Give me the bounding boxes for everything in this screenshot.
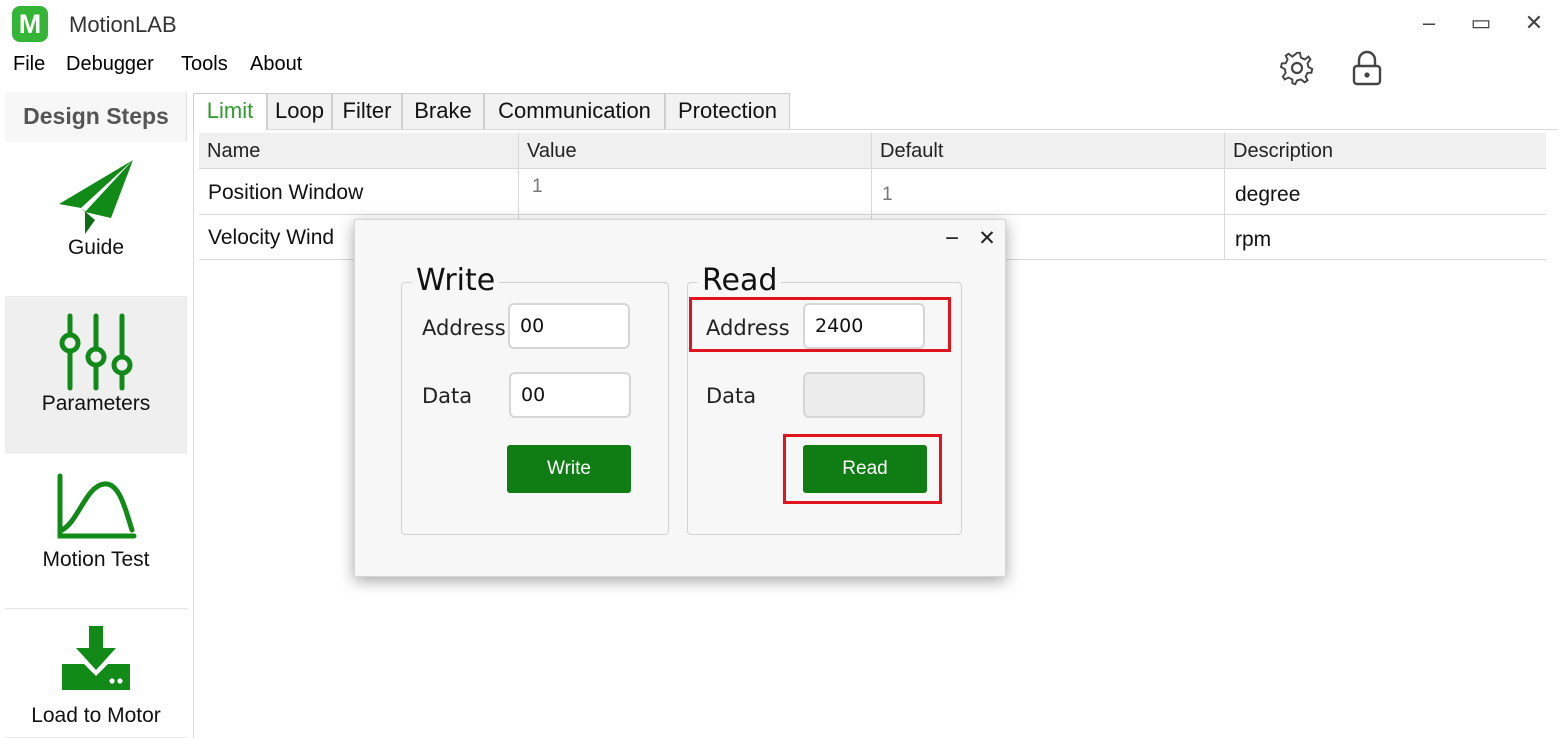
write-address-input[interactable] <box>508 303 630 349</box>
write-group-title: Write <box>412 263 500 299</box>
read-data-input[interactable] <box>803 372 925 418</box>
table-header: Name Value Default Description <box>199 133 1546 169</box>
dialog-minimize-button[interactable]: − <box>939 226 965 252</box>
write-data-input[interactable] <box>509 372 631 418</box>
column-header-description: Description <box>1233 140 1334 162</box>
write-address-label: Address <box>422 316 506 340</box>
lock-icon[interactable] <box>1350 50 1384 86</box>
read-data-label: Data <box>706 384 757 408</box>
close-button[interactable]: ✕ <box>1520 8 1548 38</box>
app-logo: M <box>12 6 48 42</box>
register-access-dialog: − ✕ Write Address Data Write Read Addres… <box>354 219 1006 577</box>
write-button[interactable]: Write <box>507 445 631 493</box>
tab-communication[interactable]: Communication <box>484 93 665 129</box>
sidebar-item-load-to-motor[interactable]: Load to Motor <box>5 610 187 738</box>
tab-brake[interactable]: Brake <box>402 93 484 129</box>
cell-description: rpm <box>1235 228 1272 251</box>
write-data-label: Data <box>422 384 473 408</box>
cell-default: 1 <box>882 184 893 205</box>
tab-limit[interactable]: Limit <box>193 93 267 130</box>
sidebar-item-label: Parameters <box>41 392 151 415</box>
paper-plane-icon <box>59 160 133 234</box>
tab-loop[interactable]: Loop <box>267 93 332 129</box>
dialog-close-button[interactable]: ✕ <box>974 226 1000 252</box>
cell-name: Velocity Wind <box>208 226 335 249</box>
gear-icon[interactable] <box>1279 50 1314 86</box>
cell-description: degree <box>1235 183 1301 206</box>
minimize-button[interactable]: ‒ <box>1415 8 1443 38</box>
column-header-name: Name <box>207 140 261 162</box>
sidebar-item-parameters[interactable]: Parameters <box>5 298 187 453</box>
menu-tools[interactable]: Tools <box>181 50 228 78</box>
cell-value[interactable]: 1 <box>532 164 543 209</box>
maximize-button[interactable]: ▭ <box>1467 8 1495 38</box>
menu-debugger[interactable]: Debugger <box>66 50 154 78</box>
table-row[interactable]: Position Window 1 1 degree <box>199 170 1546 215</box>
sidebar-item-label: Guide <box>67 236 125 259</box>
read-button-highlight <box>783 434 942 504</box>
sidebar-item-motion-test[interactable]: Motion Test <box>5 454 187 609</box>
tab-protection[interactable]: Protection <box>665 93 790 129</box>
sidebar-item-label: Load to Motor <box>31 704 161 727</box>
cell-name: Position Window <box>208 181 364 204</box>
sidebar: Design Steps Guide Parameters Motion Tes… <box>5 92 187 738</box>
sidebar-item-guide[interactable]: Guide <box>5 142 187 297</box>
curve-chart-icon <box>57 473 137 539</box>
sidebar-title: Design Steps <box>23 103 169 129</box>
column-divider <box>1224 133 1225 260</box>
tab-filter[interactable]: Filter <box>332 93 402 129</box>
sliders-icon <box>59 313 133 391</box>
column-header-default: Default <box>880 140 944 162</box>
write-group: Write Address Data Write <box>401 263 669 535</box>
title-bar: M MotionLAB ‒ ▭ ✕ <box>0 0 1563 48</box>
menu-file[interactable]: File <box>13 50 45 78</box>
download-icon <box>62 626 130 690</box>
read-group-title: Read <box>698 263 782 299</box>
app-title: MotionLAB <box>69 12 177 37</box>
menu-about[interactable]: About <box>250 50 302 78</box>
sidebar-item-label: Motion Test <box>42 548 150 571</box>
read-address-highlight <box>689 297 951 352</box>
